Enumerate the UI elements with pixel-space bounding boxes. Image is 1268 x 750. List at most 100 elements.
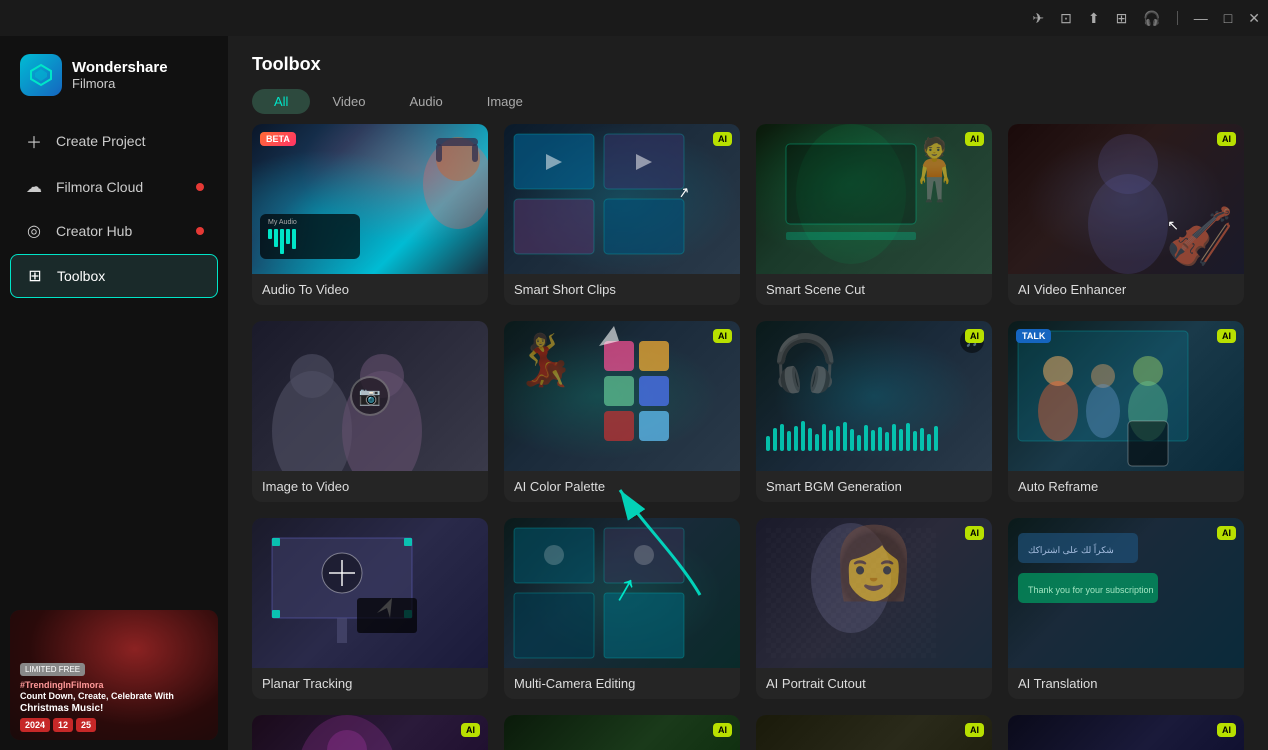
close-button[interactable]: ✕: [1248, 10, 1260, 27]
tool-label-smart-bgm-generation: Smart BGM Generation: [756, 471, 992, 502]
sidebar-item-filmora-cloud[interactable]: ☁ Filmora Cloud: [10, 166, 218, 208]
logo-icon: [20, 54, 62, 96]
sidebar-item-creator-hub[interactable]: ◎ Creator Hub: [10, 210, 218, 252]
sidebar-nav: ＋ Create Project ☁ Filmora Cloud ◎ Creat…: [0, 118, 228, 298]
tool-card-audio-to-video[interactable]: BETA My Aud: [252, 124, 488, 305]
tool-card-row4-1[interactable]: AI: [252, 715, 488, 750]
title-bar: ✈ ⊡ ⬆ ⊞ 🎧 — □ ✕: [0, 0, 1268, 36]
promo-tag-text: #TrendingInFilmora: [20, 680, 104, 690]
create-project-label: Create Project: [56, 133, 145, 149]
app-body: Wondershare Filmora ＋ Create Project ☁ F…: [0, 36, 1268, 750]
promo-hashtag: #TrendingInFilmora: [20, 680, 208, 692]
sidebar: Wondershare Filmora ＋ Create Project ☁ F…: [0, 36, 228, 750]
tool-thumb-image-to-video: 📷: [252, 321, 488, 471]
main-content: Toolbox All Video Audio Image BETA: [228, 36, 1268, 750]
ai-badge-portrait-cutout: AI: [965, 526, 984, 540]
tool-label-planar-tracking: Planar Tracking: [252, 668, 488, 699]
tool-thumb-smart-bgm-generation: AI 🎧: [756, 321, 992, 471]
tool-card-ai-video-enhancer[interactable]: AI 🎻 ↖ AI Video Enhancer: [1008, 124, 1244, 305]
tool-label-multi-camera-editing: Multi-Camera Editing: [504, 668, 740, 699]
promo-content: LIMITED FREE #TrendingInFilmora Count Do…: [10, 651, 218, 740]
creator-hub-dot: [196, 227, 204, 235]
tool-label-audio-to-video: Audio To Video: [252, 274, 488, 305]
ai-badge-row4-2: AI: [713, 723, 732, 737]
ai-badge-row4-3: AI: [965, 723, 984, 737]
filmora-cloud-icon: ☁: [24, 177, 44, 197]
page-title: Toolbox: [252, 54, 1244, 75]
logo-subtitle: Filmora: [72, 76, 168, 91]
minimize-button[interactable]: —: [1194, 10, 1208, 26]
card-deco-scene-cut: 🧍: [756, 124, 992, 274]
tool-thumb-row4-1: AI: [252, 715, 488, 750]
tool-card-image-to-video[interactable]: 📷 Image to Video: [252, 321, 488, 502]
ai-badge-bgm: AI: [965, 329, 984, 343]
tool-label-ai-portrait-cutout: AI Portrait Cutout: [756, 668, 992, 699]
tool-label-ai-translation: AI Translation: [1008, 668, 1244, 699]
promo-month: 12: [53, 718, 73, 732]
tool-thumb-auto-reframe: AI TALK: [1008, 321, 1244, 471]
creator-hub-icon: ◎: [24, 221, 44, 241]
tool-card-ai-translation[interactable]: AI شكراً لك على اشتراكك Thank you for yo…: [1008, 518, 1244, 699]
upload-icon[interactable]: ⬆: [1088, 10, 1100, 27]
tools-grid-container: BETA My Aud: [228, 124, 1268, 750]
logo-text: Wondershare Filmora: [72, 59, 168, 91]
tool-card-smart-scene-cut[interactable]: AI 🧍 Smart: [756, 124, 992, 305]
tool-label-ai-color-palette: AI Color Palette: [504, 471, 740, 502]
headphone-icon[interactable]: 🎧: [1143, 10, 1160, 27]
card-deco-portrait-cutout: 👩: [756, 518, 992, 668]
filmora-cloud-dot: [196, 183, 204, 191]
beta-badge: BETA: [260, 132, 296, 146]
tool-label-smart-scene-cut: Smart Scene Cut: [756, 274, 992, 305]
maximize-button[interactable]: □: [1224, 10, 1232, 26]
promo-card[interactable]: LIMITED FREE #TrendingInFilmora Count Do…: [10, 610, 218, 740]
cast-icon[interactable]: ⊡: [1060, 10, 1072, 27]
tool-thumb-ai-portrait-cutout: AI: [756, 518, 992, 668]
ai-badge-row4-1: AI: [461, 723, 480, 737]
promo-title-text: Count Down, Create, Celebrate With: [20, 691, 208, 703]
create-project-icon: ＋: [24, 129, 44, 153]
tool-card-row4-4[interactable]: AI: [1008, 715, 1244, 750]
grid-icon[interactable]: ⊞: [1116, 10, 1128, 27]
filter-image[interactable]: Image: [465, 89, 545, 114]
card-deco-reframe: [1008, 321, 1244, 471]
filter-all[interactable]: All: [252, 89, 310, 114]
sidebar-item-toolbox[interactable]: ⊞ Toolbox: [10, 254, 218, 298]
tool-card-auto-reframe[interactable]: AI TALK: [1008, 321, 1244, 502]
card-deco-row4-1: [252, 715, 488, 750]
tool-card-planar-tracking[interactable]: Planar Tracking: [252, 518, 488, 699]
ai-badge-row4-4: AI: [1217, 723, 1236, 737]
tool-card-ai-color-palette[interactable]: AI: [504, 321, 740, 502]
sidebar-item-create-project[interactable]: ＋ Create Project: [10, 118, 218, 164]
tool-thumb-multi-camera-editing: ↑: [504, 518, 740, 668]
tool-card-ai-portrait-cutout[interactable]: AI: [756, 518, 992, 699]
tool-label-ai-video-enhancer: AI Video Enhancer: [1008, 274, 1244, 305]
tool-thumb-ai-video-enhancer: AI 🎻 ↖: [1008, 124, 1244, 274]
toolbox-icon: ⊞: [25, 266, 45, 286]
tool-thumb-ai-color-palette: AI: [504, 321, 740, 471]
content-header: Toolbox All Video Audio Image: [228, 36, 1268, 124]
tool-card-row4-2[interactable]: AI: [504, 715, 740, 750]
tool-thumb-audio-to-video: BETA My Aud: [252, 124, 488, 274]
card-deco-image-video: 📷: [252, 321, 488, 471]
filter-audio[interactable]: Audio: [387, 89, 464, 114]
promo-highlight: Christmas Music!: [20, 703, 208, 714]
card-deco-ai-enhancer: 🎻 ↖: [1008, 124, 1244, 274]
tool-card-row4-3[interactable]: AI: [756, 715, 992, 750]
tool-thumb-row4-4: AI: [1008, 715, 1244, 750]
toolbox-label: Toolbox: [57, 268, 105, 284]
logo-title: Wondershare: [72, 59, 168, 76]
card-deco-color-palette: 💃: [504, 321, 740, 471]
filter-video[interactable]: Video: [310, 89, 387, 114]
tool-card-multi-camera-editing[interactable]: ↑ Multi-Camera Editing: [504, 518, 740, 699]
share-icon[interactable]: ✈: [1032, 10, 1044, 27]
talk-badge-reframe: TALK: [1016, 329, 1051, 343]
tool-label-image-to-video: Image to Video: [252, 471, 488, 502]
creator-hub-label: Creator Hub: [56, 223, 132, 239]
ai-badge-translation: AI: [1217, 526, 1236, 540]
promo-dates: 2024 12 25: [20, 718, 208, 732]
tool-card-smart-short-clips[interactable]: AI: [504, 124, 740, 305]
tool-card-smart-bgm-generation[interactable]: AI 🎧: [756, 321, 992, 502]
card-deco-translation: شكراً لك على اشتراكك Thank you for your …: [1008, 518, 1244, 668]
promo-limited-badge: LIMITED FREE: [20, 663, 85, 676]
tool-thumb-ai-translation: AI شكراً لك على اشتراكك Thank you for yo…: [1008, 518, 1244, 668]
